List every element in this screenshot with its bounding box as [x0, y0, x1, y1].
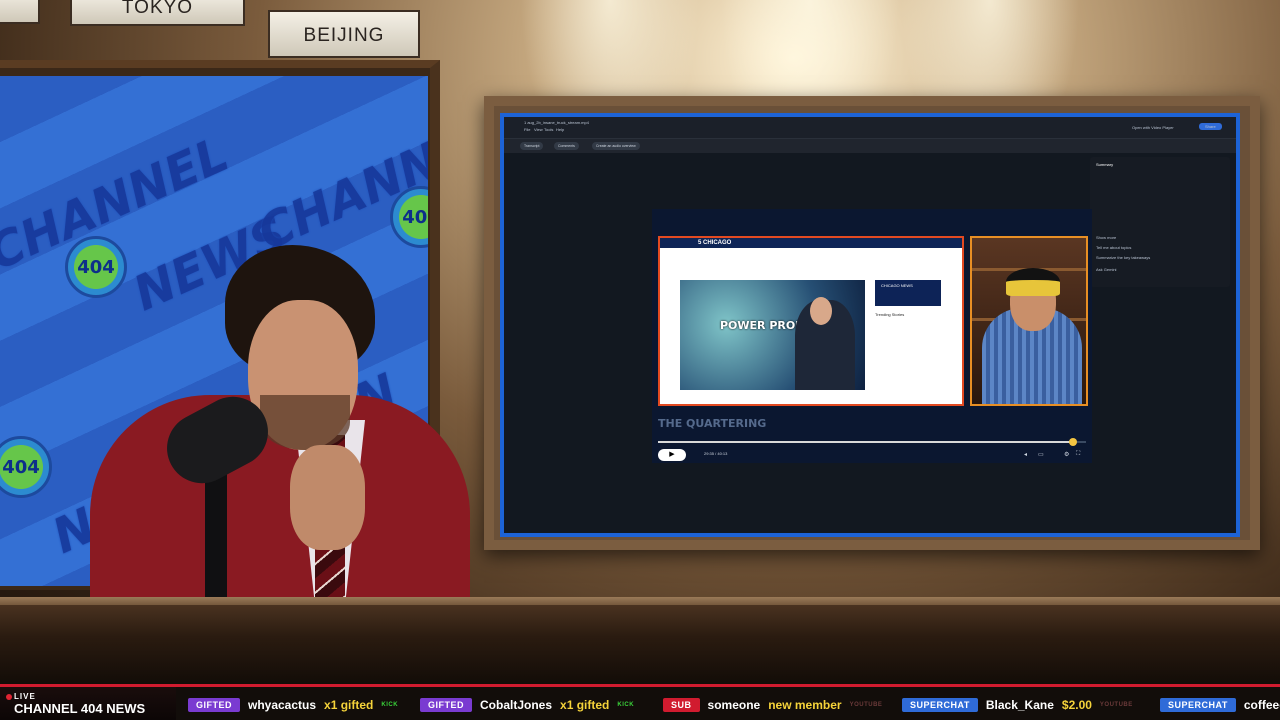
volume-icon[interactable]: ◂	[1024, 451, 1027, 458]
live-label: LIVE	[14, 692, 36, 701]
ticker-value: $2.00	[1061, 698, 1092, 712]
ticker-source: YOUTUBE	[849, 702, 883, 708]
topic-chip[interactable]: Summarize the key takeaways	[1096, 255, 1150, 260]
menu-file[interactable]: File	[524, 127, 530, 132]
streamer-cap	[1006, 268, 1060, 296]
ticker-badge: SUPERCHAT	[902, 698, 978, 712]
live-dot-icon	[6, 694, 12, 700]
settings-icon[interactable]: ⚙	[1064, 451, 1069, 458]
clock-placard-tokyo: TOKYO	[70, 0, 245, 26]
ticker-source: YOUTUBE	[1099, 702, 1133, 708]
ticker-user: whyacactus	[248, 698, 317, 712]
fullscreen-icon[interactable]: ⛶	[1076, 451, 1080, 458]
ticker-source: KICK	[381, 702, 399, 708]
ticker-item: SUPERCHAT coffeec	[1160, 696, 1280, 714]
streamer-webcam	[970, 236, 1088, 406]
menu-help[interactable]: Help	[556, 127, 564, 132]
stream-scene: TOKYO BEIJING CHANNEL NEWS CHANNEL NEWS …	[0, 0, 1280, 720]
channel-brand: THE QUARTERING	[658, 417, 767, 430]
seek-handle[interactable]	[1069, 438, 1078, 446]
summary-panel: Summary Show more Tell me about topics S…	[1090, 157, 1230, 287]
ticker-user: Black_Kane	[985, 698, 1054, 712]
ticker-item: GIFTED whyacactus x1 gifted KICK	[188, 696, 398, 714]
player-titlebar: 1 aug_2b_insane_truck_stream.mp4 File Vi…	[504, 117, 1236, 139]
tab-transcript[interactable]: Transcript	[520, 142, 544, 150]
news-host	[70, 245, 470, 615]
captions-icon[interactable]: ▭	[1038, 451, 1044, 458]
host-hand	[290, 445, 365, 550]
ticker-user: CobaltJones	[480, 698, 553, 712]
mic-stand	[205, 465, 227, 615]
channel-name: CHANNEL 404 NEWS	[14, 701, 146, 716]
summary-heading: Summary	[1096, 162, 1114, 167]
ticker-user: coffeec	[1243, 698, 1280, 712]
ticker-user: someone	[707, 698, 761, 712]
ticker-item: SUB someone new member YOUTUBE	[663, 696, 882, 714]
event-ticker: LIVE CHANNEL 404 NEWS GIFTED whyacactus x1…	[0, 684, 1280, 720]
time-readout: 29:35 / 40:13	[704, 451, 728, 456]
ticker-badge: GIFTED	[420, 698, 472, 712]
topic-chip[interactable]: Tell me about topics	[1096, 245, 1131, 250]
open-with-button[interactable]: Open with Video Player	[1132, 125, 1174, 130]
player-toolbar: Transcript Comments Create an audio over…	[504, 139, 1236, 153]
ticker-item: SUPERCHAT Black_Kane $2.00 YOUTUBE	[902, 696, 1133, 714]
ticker-badge: SUPERCHAT	[1160, 698, 1236, 712]
trending-heading: Trending Stories	[875, 312, 905, 317]
news-desk	[0, 605, 1280, 685]
clock-placard-beijing: BEIJING	[268, 10, 420, 58]
clock-placard	[0, 0, 40, 24]
ask-gemini-input[interactable]: Ask Gemini	[1096, 267, 1116, 272]
article-navbar: 5 CHICAGO	[660, 238, 962, 248]
tab-comments[interactable]: Comments	[554, 142, 579, 150]
news-article-frame: 5 CHICAGO POWER PROBLEMS CHICAGO NEWS Tr…	[658, 236, 964, 406]
ticker-value: x1 gifted	[324, 698, 374, 712]
screen-share: 1 aug_2b_insane_truck_stream.mp4 File Vi…	[500, 113, 1240, 537]
live-badge: LIVE CHANNEL 404 NEWS	[0, 687, 176, 720]
menu-view[interactable]: View	[534, 127, 543, 132]
station-logo: 5 CHICAGO	[698, 240, 732, 246]
play-button[interactable]: ▶	[658, 449, 686, 461]
ticker-badge: GIFTED	[188, 698, 240, 712]
seek-bar[interactable]	[658, 438, 1086, 446]
channel-logo: 404	[0, 436, 52, 498]
host-beard	[260, 395, 350, 450]
ticker-value: x1 gifted	[560, 698, 610, 712]
article-image: POWER PROBLEMS	[680, 280, 865, 390]
ticker-item: GIFTED CobaltJones x1 gifted KICK	[420, 696, 634, 714]
ticker-source: KICK	[617, 702, 635, 708]
ticker-badge: SUB	[663, 698, 700, 712]
ticker-value: new member	[768, 698, 842, 712]
tab-audio-overview[interactable]: Create an audio overview	[592, 142, 640, 150]
show-more-link[interactable]: Show more	[1096, 235, 1116, 240]
news-anchor-face	[810, 297, 832, 325]
video-title: 1 aug_2b_insane_truck_stream.mp4	[524, 120, 589, 125]
side-station: CHICAGO NEWS	[881, 283, 913, 288]
article-side-ad: CHICAGO NEWS	[875, 280, 941, 306]
video-viewport[interactable]: 5 CHICAGO POWER PROBLEMS CHICAGO NEWS Tr…	[652, 209, 1092, 463]
share-button[interactable]: Share	[1199, 123, 1222, 130]
seek-progress	[658, 441, 1074, 443]
menu-tools[interactable]: Tools	[544, 127, 553, 132]
